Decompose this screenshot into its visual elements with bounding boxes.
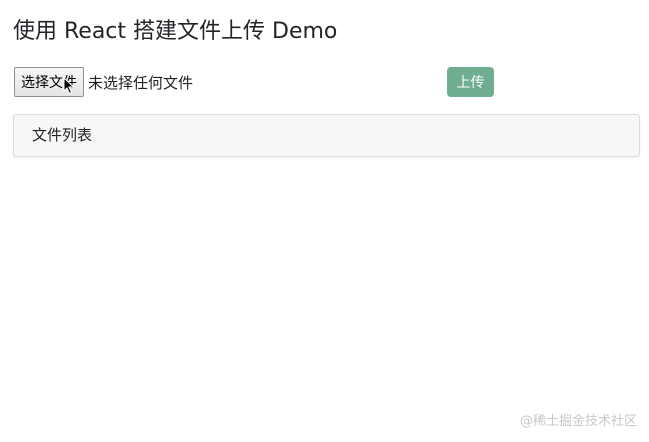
upload-button[interactable]: 上传	[447, 67, 494, 97]
file-input-row: 选择文件 未选择任何文件	[14, 67, 193, 97]
watermark: @稀土掘金技术社区	[519, 414, 637, 429]
file-list-card: 文件列表	[13, 114, 640, 157]
file-status-text: 未选择任何文件	[88, 73, 194, 92]
file-list-header: 文件列表	[32, 126, 93, 144]
page-title: 使用 React 搭建文件上传 Demo	[13, 19, 338, 44]
choose-file-button[interactable]: 选择文件	[14, 67, 84, 97]
mouse-pointer-icon	[63, 77, 75, 95]
